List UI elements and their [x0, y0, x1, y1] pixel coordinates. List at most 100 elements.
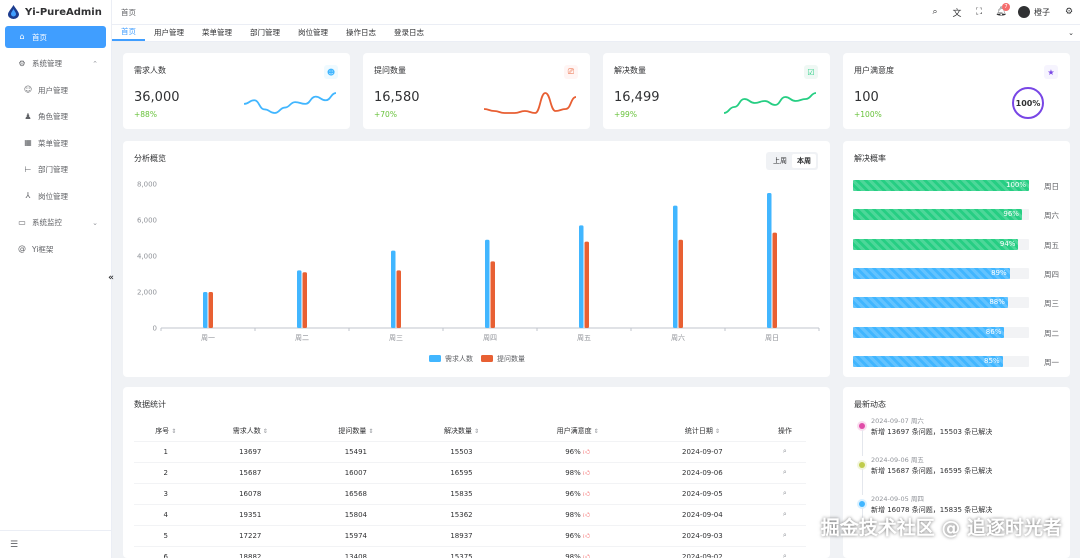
cell-value: 96% — [565, 448, 581, 456]
view-search-icon[interactable]: ⌕ — [783, 447, 787, 455]
col-header-label: 需求人数 — [232, 426, 261, 435]
x-tick-label: 周五 — [577, 334, 591, 342]
view-search-icon[interactable]: ⌕ — [783, 531, 787, 539]
cell-value: 2024-09-06 — [682, 468, 723, 477]
fullscreen-icon[interactable]: ⛶ — [968, 0, 990, 24]
logo[interactable]: Yi-PureAdmin — [0, 0, 111, 24]
progress-fill: 89% — [853, 267, 1010, 279]
table-cell-action: ⌕ — [763, 440, 806, 462]
sidebar-item-6[interactable]: ⅄ 岗位管理 — [5, 185, 106, 207]
sparkline-path — [724, 92, 816, 114]
stat-percent: +99% — [614, 110, 637, 119]
sidebar: Yi-PureAdmin ⌂ 首页 ⚙ 系统管理 ⌃ ☺ 用户管理 ♟ 角色管理 ▦ 菜单管理 ⊢ 部门… — [0, 0, 112, 558]
tab-5[interactable]: 操作日志 — [337, 24, 385, 41]
tabs-bar: 首页 用户管理 菜单管理 部门管理 岗位管理 操作日志 登录日志 ⌄ — [112, 24, 1080, 42]
col-header-1[interactable]: 需求人数 ⇕ — [197, 421, 303, 441]
progress-track: 89% — [853, 267, 1029, 279]
view-search-icon[interactable]: ⌕ — [783, 489, 787, 497]
thumb-up-icon: 👍︎ — [582, 553, 591, 558]
cell-value: 19351 — [239, 510, 262, 519]
users-icon: ☻ — [324, 65, 338, 79]
sort-icon[interactable]: ⇕ — [368, 428, 373, 435]
sort-icon[interactable]: ⇕ — [594, 428, 599, 435]
col-header-6[interactable]: 操作 — [764, 421, 806, 441]
translate-icon[interactable]: 文 — [946, 0, 968, 24]
x-tick-label: 周四 — [483, 334, 497, 342]
view-search-icon[interactable]: ⌕ — [783, 552, 787, 558]
col-header-3[interactable]: 解决数量 ⇕ — [409, 421, 515, 441]
sort-icon[interactable]: ⇕ — [171, 428, 176, 435]
chevron-down-icon: ⌄ — [92, 218, 98, 227]
timeline-dot — [859, 423, 865, 429]
col-header-5[interactable]: 统计日期 ⇕ — [641, 421, 764, 441]
progress-label: 86% — [985, 327, 1002, 336]
table-cell: 4 — [134, 503, 198, 525]
stat-percent: +88% — [134, 110, 157, 119]
news-title: 最新动态 — [854, 400, 886, 409]
tab-4[interactable]: 岗位管理 — [289, 24, 337, 41]
sidebar-item-1[interactable]: ⚙ 系统管理 ⌃ — [5, 53, 106, 75]
cell-value: 15974 — [344, 531, 367, 540]
table-cell: 2024-09-05 — [641, 482, 764, 504]
sidebar-item-label: 岗位管理 — [38, 191, 68, 201]
tab-0[interactable]: 首页 — [112, 24, 145, 41]
resolve-row: 88% 周三 — [853, 297, 1059, 309]
progress-fill: 96% — [853, 209, 1022, 221]
breadcrumb[interactable]: 首页 — [121, 7, 136, 18]
bar-1-0 — [208, 292, 213, 328]
bell-icon[interactable]: 🔔︎ 7 — [990, 0, 1012, 24]
sidebar-item-2[interactable]: ☺ 用户管理 — [5, 79, 106, 101]
search-icon[interactable]: ⌕ — [924, 0, 946, 24]
sidebar-collapse-toggle[interactable]: ☰ — [0, 530, 112, 558]
cell-value: 15375 — [450, 552, 473, 558]
view-search-icon[interactable]: ⌕ — [783, 468, 787, 476]
cell-value: 15491 — [344, 447, 367, 456]
tab-2[interactable]: 菜单管理 — [193, 24, 241, 41]
progress-fill: 100% — [853, 180, 1029, 191]
tab-6[interactable]: 登录日志 — [385, 24, 433, 41]
sidebar-item-7[interactable]: ▭ 系统监控 ⌄ — [5, 212, 106, 234]
tab-1[interactable]: 用户管理 — [145, 24, 193, 41]
table-cell: 15835 — [408, 482, 515, 504]
bar-0-5 — [673, 205, 678, 328]
resolve-title: 解决概率 — [854, 154, 886, 163]
y-tick-label: 2,000 — [137, 289, 157, 297]
tabs-more-chevron-icon[interactable]: ⌄ — [1068, 24, 1074, 41]
progress-track: 94% — [853, 238, 1029, 250]
sidebar-item-0[interactable]: ⌂ 首页 — [5, 26, 106, 48]
user-name[interactable]: 橙子 — [1034, 7, 1050, 18]
table-cell: 16078 — [197, 482, 304, 504]
bar-1-3 — [490, 261, 495, 328]
progress-label: 85% — [984, 356, 1000, 365]
legend-swatch-1 — [481, 355, 493, 362]
cell-value: 2 — [163, 468, 168, 477]
cell-value: 3 — [163, 489, 168, 498]
sort-icon[interactable]: ⇕ — [474, 428, 479, 435]
satisfaction-ring: 100% — [1012, 87, 1044, 119]
bar-0-1 — [297, 270, 302, 328]
resolve-row: 96% 周六 — [853, 209, 1059, 221]
cell-value: 16568 — [344, 489, 367, 498]
thumb-up-icon: 👍︎ — [582, 532, 591, 540]
avatar[interactable] — [1018, 6, 1030, 18]
sidebar-item-3[interactable]: ♟ 角色管理 — [5, 106, 106, 128]
sidebar-item-8[interactable]: @ Yi框架 — [5, 238, 106, 260]
progress-day: 周五 — [1044, 240, 1059, 250]
bar-0-6 — [767, 193, 772, 328]
settings-gear-icon[interactable]: ⚙ — [1058, 0, 1080, 24]
progress-track: 85% — [853, 355, 1029, 367]
sparkline-path — [244, 92, 336, 114]
collapse-chevron-icon[interactable]: « — [104, 271, 118, 285]
view-search-icon[interactable]: ⌕ — [783, 510, 787, 518]
progress-track: 96% — [853, 209, 1029, 221]
sidebar-item-4[interactable]: ▦ 菜单管理 — [5, 132, 106, 154]
col-header-4[interactable]: 用户满意度 ⇕ — [514, 421, 641, 441]
col-header-2[interactable]: 提问数量 ⇕ — [303, 421, 409, 441]
col-header-0[interactable]: 序号 ⇕ — [134, 421, 197, 441]
sort-icon[interactable]: ⇕ — [263, 428, 268, 435]
tab-3[interactable]: 部门管理 — [241, 24, 289, 41]
cell-value: 18882 — [239, 552, 262, 558]
table-cell: 13408 — [303, 545, 409, 558]
sidebar-item-5[interactable]: ⊢ 部门管理 — [5, 159, 106, 181]
sort-icon[interactable]: ⇕ — [715, 428, 720, 435]
